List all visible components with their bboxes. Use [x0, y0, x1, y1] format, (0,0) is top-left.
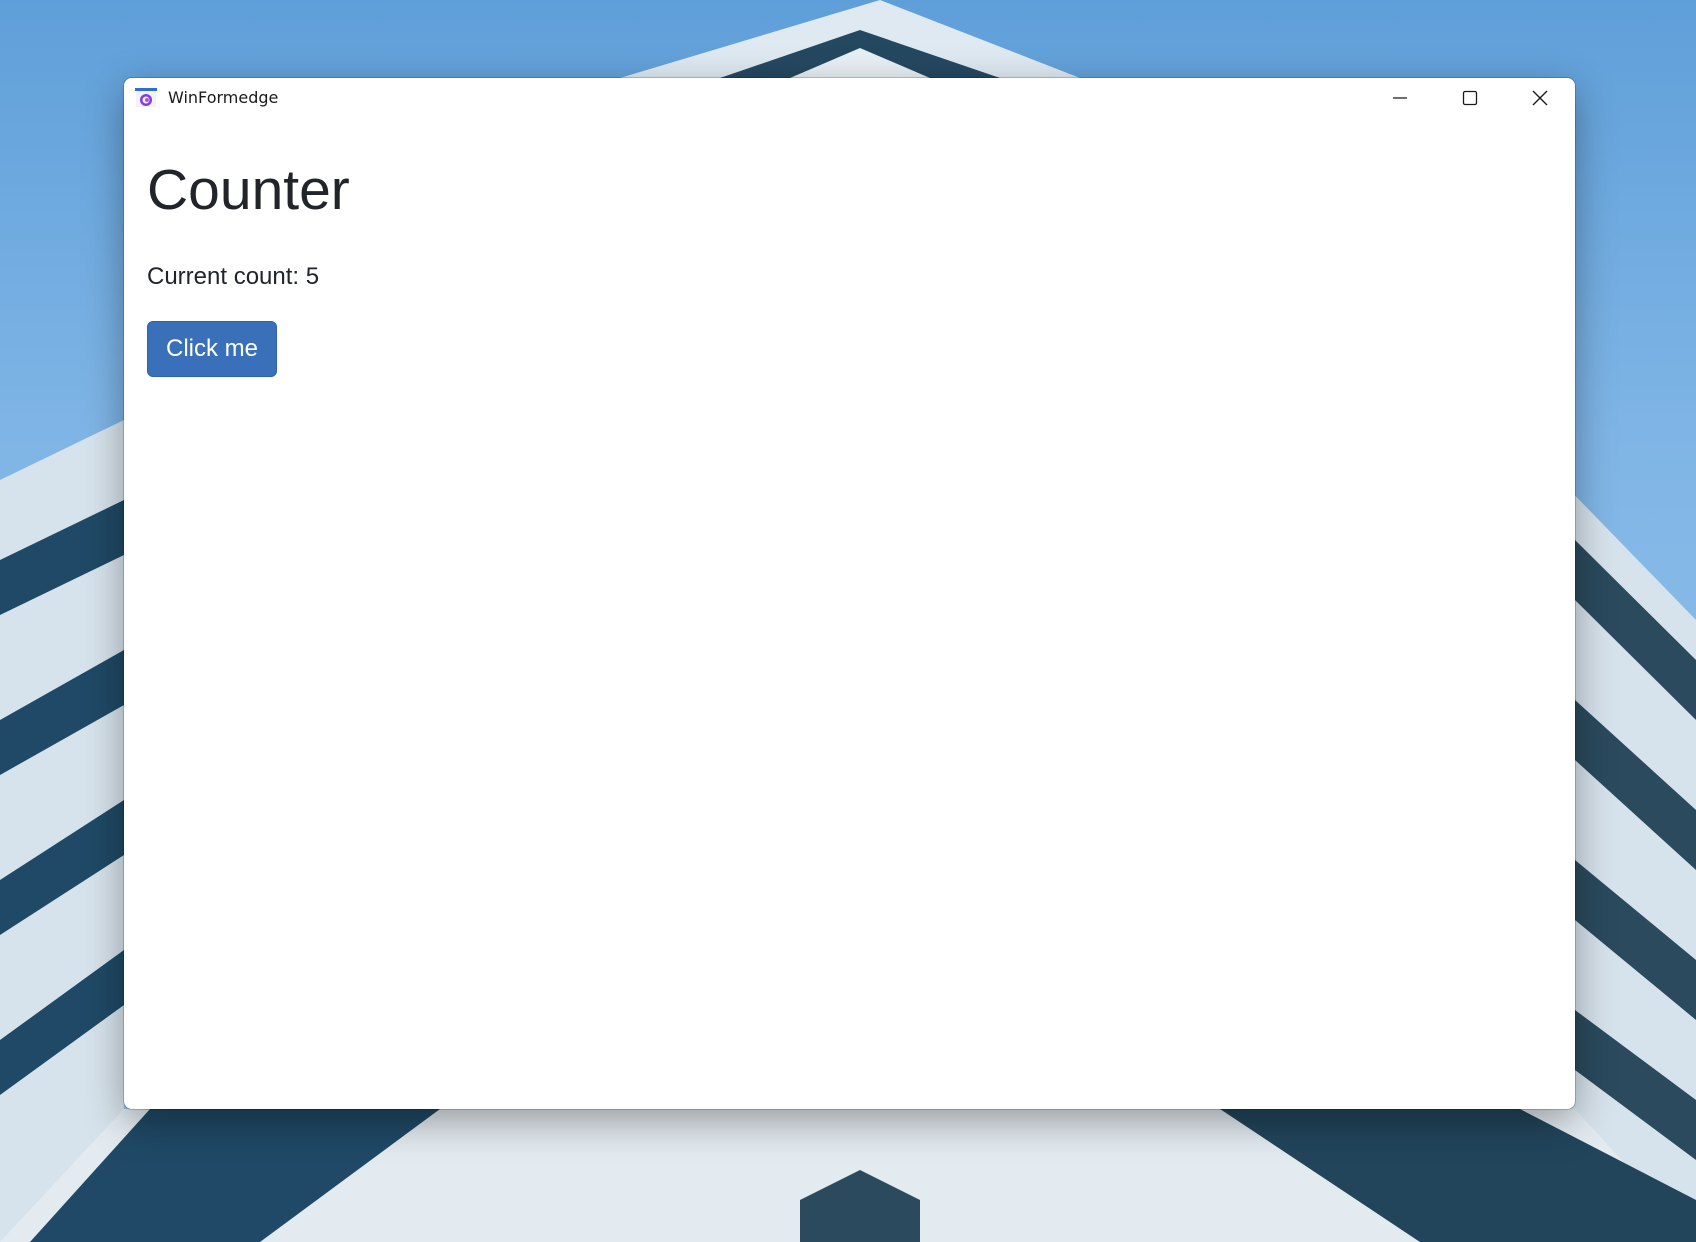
winformedge-app-icon: [135, 88, 157, 108]
click-me-button[interactable]: Click me: [147, 321, 277, 377]
title-bar[interactable]: WinFormedge: [124, 78, 1575, 118]
desktop: WinFormedge Counter Current count: 5 Cli…: [0, 0, 1696, 1242]
close-icon: [1532, 90, 1548, 106]
window-title: WinFormedge: [168, 88, 279, 107]
page-title: Counter: [147, 158, 350, 222]
maximize-button[interactable]: [1435, 78, 1505, 118]
minimize-button[interactable]: [1365, 78, 1435, 118]
page-content: Counter Current count: 5 Click me: [124, 118, 1575, 1109]
maximize-icon: [1462, 90, 1478, 106]
close-button[interactable]: [1505, 78, 1575, 118]
current-count-text: Current count: 5: [147, 263, 320, 290]
app-window: WinFormedge Counter Current count: 5 Cli…: [124, 78, 1575, 1109]
minimize-icon: [1393, 97, 1407, 99]
